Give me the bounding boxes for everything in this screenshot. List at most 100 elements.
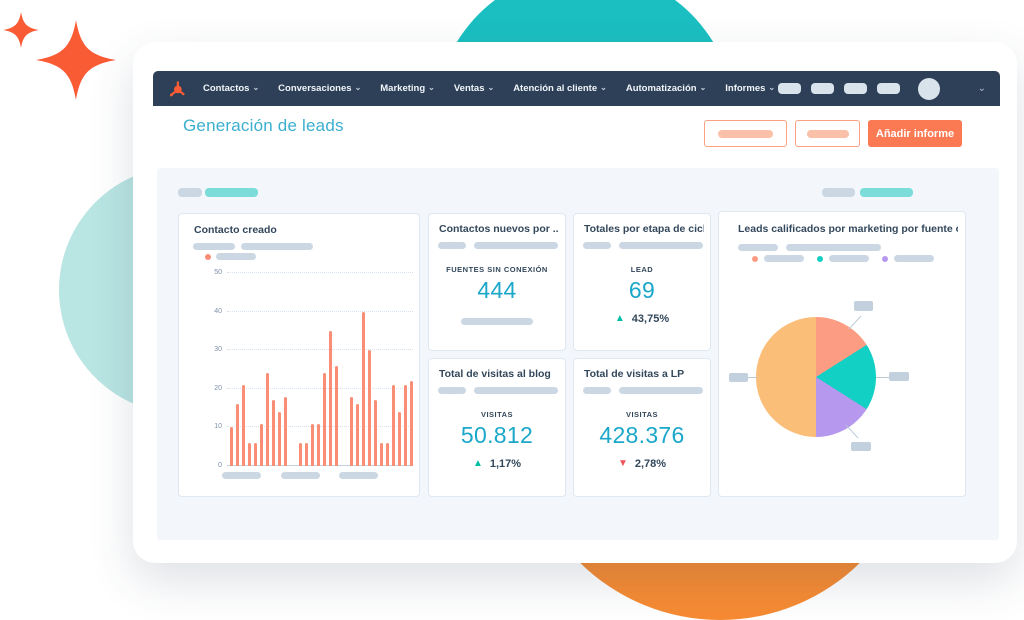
nav-utilities: ⌄ xyxy=(777,77,986,100)
add-report-button[interactable]: Añadir informe xyxy=(868,120,962,147)
nav-item-automatizacion[interactable]: Automatización ⌄ xyxy=(626,83,706,94)
x-axis-label-placeholder xyxy=(281,472,320,479)
filter-placeholder-teal-left[interactable] xyxy=(205,188,258,197)
nav-utility-placeholder-1[interactable] xyxy=(777,83,801,94)
bar xyxy=(278,411,281,466)
filter-placeholder-teal-right[interactable] xyxy=(860,188,913,197)
metric-label: LEAD xyxy=(630,265,654,274)
metric-label: VISITAS xyxy=(480,410,514,419)
nav-item-contactos[interactable]: Contactos ⌄ xyxy=(203,83,259,94)
card-title: Leads calificados por marketing por fuen… xyxy=(738,223,958,235)
y-axis-tick: 50 xyxy=(214,269,222,276)
chevron-down-icon: ⌄ xyxy=(354,82,362,92)
avatar[interactable] xyxy=(917,77,940,100)
chevron-down-icon: ⌄ xyxy=(600,82,607,92)
metric-label: VISITAS xyxy=(625,410,659,419)
card-lp-visits: Total de visitas a LP VISITAS 428.376 ▼ … xyxy=(573,358,711,497)
hubspot-logo-icon[interactable] xyxy=(167,79,187,99)
bar xyxy=(335,365,338,466)
bar xyxy=(248,442,251,466)
nav-label: Ventas xyxy=(453,83,485,94)
secondary-action-button-1[interactable] xyxy=(704,120,787,147)
card-title: Total de visitas a LP xyxy=(584,368,685,380)
card-title: Total de visitas al blog xyxy=(439,368,551,380)
nav-label: Marketing xyxy=(380,83,426,94)
legend-dot-coral xyxy=(752,255,758,262)
placeholder-bar xyxy=(474,242,558,249)
button-label-placeholder xyxy=(718,129,773,138)
placeholder-bar xyxy=(474,387,558,394)
subtitle-placeholder xyxy=(241,243,313,250)
bar xyxy=(398,411,401,466)
delta-row: ▲ 1,17% xyxy=(429,458,565,470)
chevron-down-icon: ⌄ xyxy=(768,82,776,92)
subtitle-placeholders xyxy=(583,242,703,249)
bar xyxy=(392,384,395,466)
sparkle-star-small-icon xyxy=(3,12,39,48)
chevron-down-icon: ⌄ xyxy=(699,82,707,92)
bar xyxy=(380,442,383,466)
y-axis-tick: 40 xyxy=(214,307,222,315)
secondary-action-button-2[interactable] xyxy=(795,120,860,147)
chevron-down-icon: ⌄ xyxy=(487,82,495,92)
bar xyxy=(356,404,359,466)
x-axis-label-placeholder xyxy=(222,472,261,479)
bar xyxy=(362,311,365,466)
bar xyxy=(368,350,371,466)
bar xyxy=(284,396,287,466)
trend-up-icon: ▲ xyxy=(614,313,625,324)
bar xyxy=(266,373,269,466)
delta-value: 1,17% xyxy=(489,458,522,470)
pie-legend xyxy=(752,255,934,262)
bar xyxy=(260,423,263,466)
card-blog-visits: Total de visitas al blog VISITAS 50.812 … xyxy=(428,358,566,497)
nav-utility-placeholder-2[interactable] xyxy=(810,83,834,94)
bar xyxy=(386,442,389,466)
legend-dot-teal xyxy=(817,255,823,262)
chevron-down-icon[interactable]: ⌄ xyxy=(978,83,986,94)
callout-line xyxy=(876,377,890,378)
nav-label: Atención al cliente xyxy=(513,83,598,94)
top-navbar: Contactos ⌄ Conversaciones ⌄ Marketing ⌄ Ve… xyxy=(153,71,1000,106)
bar xyxy=(404,384,407,466)
metric-value: 444 xyxy=(477,277,517,303)
nav-utility-placeholder-4[interactable] xyxy=(876,83,900,94)
bar xyxy=(299,442,302,466)
filter-placeholder-gray-left[interactable] xyxy=(178,188,202,197)
nav-item-conversaciones[interactable]: Conversaciones ⌄ xyxy=(278,83,361,94)
bar xyxy=(317,423,320,466)
gridline xyxy=(227,272,413,273)
bar xyxy=(230,427,233,466)
placeholder-bar xyxy=(583,242,611,249)
pie-callout-placeholder xyxy=(851,442,871,451)
trend-down-icon: ▼ xyxy=(617,458,628,469)
bar xyxy=(410,381,413,466)
bar xyxy=(272,400,275,466)
filter-placeholder-gray-right[interactable] xyxy=(822,188,855,197)
card-title: Totales por etapa de ciclo... xyxy=(584,223,704,235)
subtitle-placeholders xyxy=(438,242,558,249)
bar-series xyxy=(230,311,413,466)
metric-label: FUENTES SIN CONEXIÓN xyxy=(446,265,548,274)
nav-item-atencion-al-cliente[interactable]: Atención al cliente ⌄ xyxy=(513,83,607,94)
nav-menu: Contactos ⌄ Conversaciones ⌄ Marketing ⌄ Ve… xyxy=(203,83,775,94)
chevron-down-icon: ⌄ xyxy=(252,82,260,92)
card-title: Contacto creado xyxy=(194,224,277,236)
delta-value: 2,78% xyxy=(634,458,667,470)
nav-item-marketing[interactable]: Marketing ⌄ xyxy=(380,83,435,94)
nav-label: Contactos xyxy=(203,83,250,94)
y-axis-tick: 30 xyxy=(214,346,222,354)
nav-label: Conversaciones xyxy=(278,83,352,94)
bar xyxy=(236,404,239,466)
chevron-down-icon: ⌄ xyxy=(428,82,435,92)
legend-label-placeholder xyxy=(216,253,256,260)
nav-item-ventas[interactable]: Ventas ⌄ xyxy=(454,83,494,94)
callout-line xyxy=(845,424,859,439)
page-title: Generación de leads xyxy=(183,116,344,135)
nav-utility-placeholder-3[interactable] xyxy=(843,83,867,94)
callout-line xyxy=(748,377,757,378)
bar xyxy=(242,384,245,466)
subtitle-placeholder xyxy=(738,244,778,251)
bar xyxy=(323,373,326,466)
nav-item-informes[interactable]: Informes ⌄ xyxy=(725,83,775,94)
